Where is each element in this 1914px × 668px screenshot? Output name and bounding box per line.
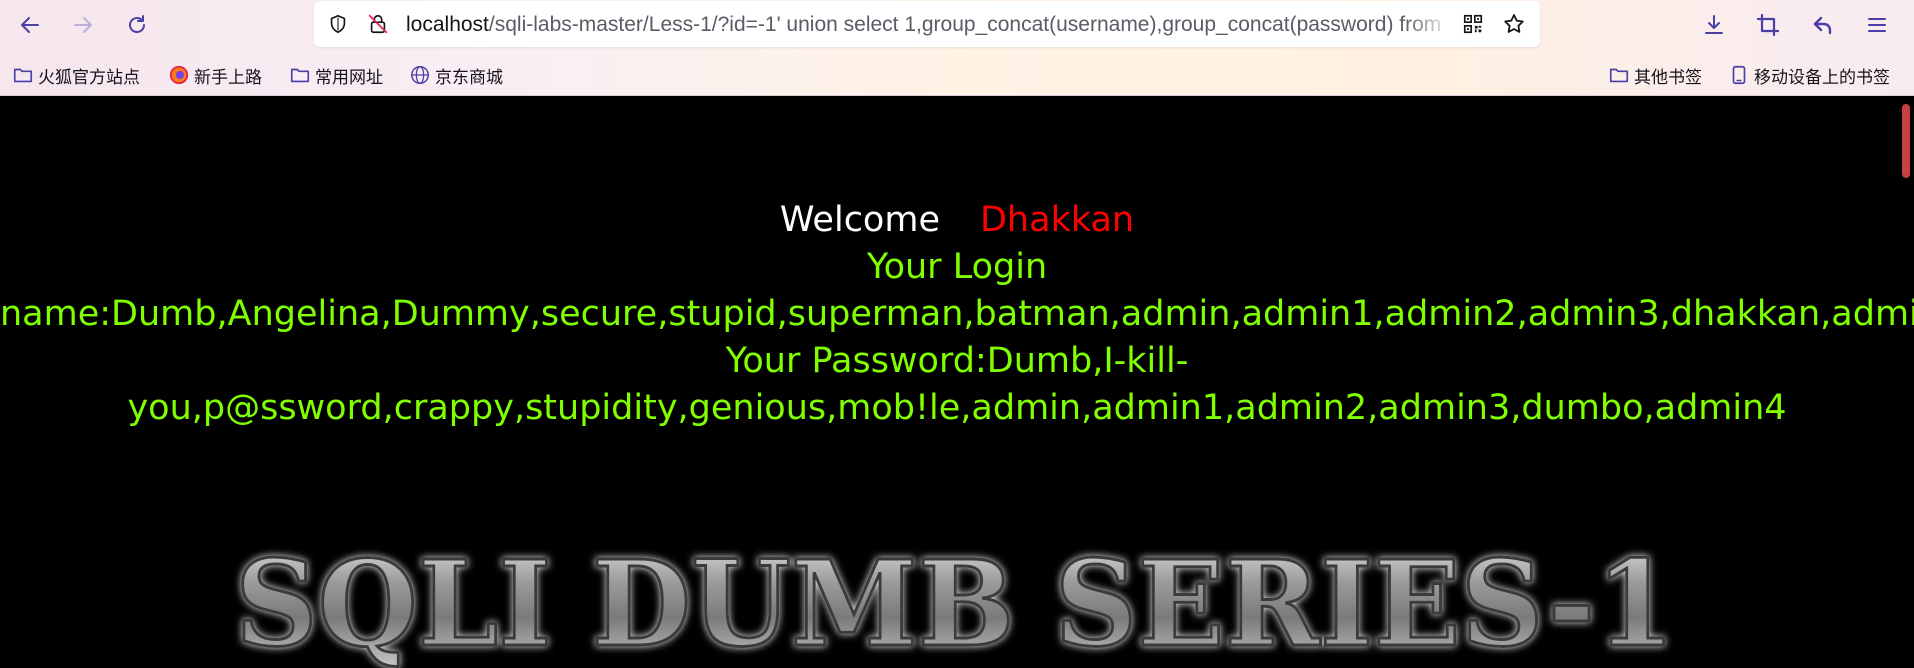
result-block: Welcome Dhakkan Your Login name:Dumb,Ange… (0, 197, 1914, 432)
address-bar[interactable]: localhost/sqli-labs-master/Less-1/?id=-1… (314, 1, 1540, 47)
url-text[interactable]: localhost/sqli-labs-master/Less-1/?id=-1… (406, 11, 1444, 39)
url-path: /sqli-labs-master/Less-1/?id=-1' union s… (488, 13, 1444, 36)
bookmark-firefox-official[interactable]: 火狐官方站点 (12, 60, 140, 90)
sqli-dumb-series-banner: SQLI DUMB SERIES-1 (234, 533, 1677, 668)
bookmark-jd-mall[interactable]: 京东商城 (409, 60, 503, 90)
hamburger-menu-icon (1868, 18, 1886, 32)
bookmark-common-sites[interactable]: 常用网址 (289, 60, 383, 90)
bookmark-label: 新手上路 (194, 67, 262, 88)
globe-icon (409, 64, 431, 86)
bookmark-label: 京东商城 (435, 67, 503, 88)
qr-code-icon[interactable] (1461, 12, 1485, 36)
forward-button[interactable] (63, 6, 103, 44)
bookmark-mobile[interactable]: 移动设备上的书签 (1728, 60, 1890, 90)
welcome-row: Welcome Dhakkan (0, 197, 1914, 244)
welcome-name: Dhakkan (979, 200, 1135, 240)
firefox-icon (168, 64, 190, 86)
back-button[interactable] (10, 6, 50, 44)
undo-arrow-icon (1813, 16, 1832, 35)
page-viewport: Welcome Dhakkan Your Login name:Dumb,Ange… (0, 97, 1914, 668)
reload-button[interactable] (117, 6, 157, 44)
bookmark-label: 火狐官方站点 (38, 67, 140, 88)
browser-toolbar: localhost/sqli-labs-master/Less-1/?id=-1… (0, 0, 1914, 50)
arrow-left-icon (21, 17, 39, 33)
arrow-right-icon (74, 17, 92, 33)
download-button[interactable] (1694, 6, 1734, 44)
password-line-2: you,p@ssword,crappy,stupidity,genious,mo… (127, 388, 1787, 428)
folder-icon (1608, 64, 1630, 86)
mobile-icon (1728, 64, 1750, 86)
welcome-label: Welcome (779, 200, 940, 240)
star-icon[interactable] (1502, 12, 1526, 36)
screenshot-button[interactable] (1748, 6, 1788, 44)
bookmark-other[interactable]: 其他书签 (1608, 60, 1702, 90)
bookmarks-toolbar: 火狐官方站点 新手上路 常用网址 京东商城 其他书签 移动设备上的书签 (0, 56, 1914, 94)
login-line-1: Your Login (866, 247, 1048, 287)
page-scrollbar[interactable] (1902, 104, 1910, 178)
lock-strikethrough-icon[interactable] (366, 12, 390, 36)
bookmark-label: 常用网址 (315, 67, 383, 88)
password-line-1: Your Password:Dumb,I-kill- (725, 341, 1189, 381)
bookmark-getting-started[interactable]: 新手上路 (168, 60, 262, 90)
bookmark-label: 其他书签 (1634, 67, 1702, 88)
url-host: localhost (406, 13, 489, 36)
reload-icon (129, 15, 145, 33)
url-fade (1404, 9, 1452, 41)
shield-icon[interactable] (326, 12, 350, 36)
undo-button[interactable] (1803, 6, 1843, 44)
folder-icon (289, 64, 311, 86)
login-line-2: name:Dumb,Angelina,Dummy,secure,stupid,s… (0, 294, 1914, 334)
crop-icon (1756, 13, 1780, 37)
folder-icon (12, 64, 34, 86)
menu-button[interactable] (1857, 6, 1897, 44)
browser-chrome: localhost/sqli-labs-master/Less-1/?id=-1… (0, 0, 1914, 96)
download-icon (1705, 15, 1723, 34)
banner-text: SQLI DUMB SERIES-1 (235, 534, 1675, 668)
bookmark-label: 移动设备上的书签 (1754, 67, 1890, 88)
